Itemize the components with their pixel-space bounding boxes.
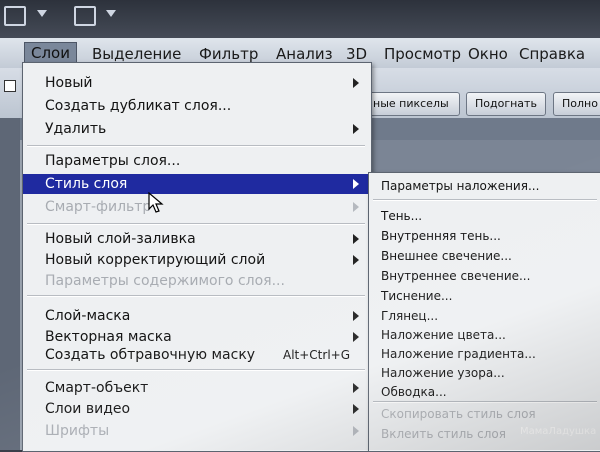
menu-item-label: Смарт-объект (45, 380, 149, 396)
submenu-item-color-overlay[interactable]: Наложение цвета... (369, 326, 599, 344)
menu-item-label: Шрифты (45, 423, 110, 439)
submenu-item-blending-options[interactable]: Параметры наложения... (369, 177, 599, 195)
submenu-item-label: Внутренняя тень... (381, 229, 501, 243)
menu-item-shortcut: Alt+Ctrl+G (283, 348, 351, 362)
watermark-text: МамаЛадушка (520, 426, 597, 437)
submenu-item-copy-layer-style[interactable]: Скопировать стиль слоя (369, 405, 599, 423)
submenu-arrow-icon (353, 404, 359, 414)
submenu-item-gradient-overlay[interactable]: Наложение градиента... (369, 345, 599, 363)
mouse-pointer-icon (148, 192, 164, 213)
submenu-arrow-icon (353, 234, 359, 244)
submenu-item-stroke[interactable]: Обводка... (369, 383, 599, 401)
submenu-item-label: Наложение узора... (381, 366, 505, 380)
menu-analysis[interactable]: Анализ (276, 45, 333, 63)
menu-view[interactable]: Просмотр (384, 45, 461, 63)
submenu-item-inner-glow[interactable]: Внутреннее свечение... (369, 267, 599, 285)
menu-item-video-layers[interactable]: Слои видео (23, 399, 369, 419)
submenu-arrow-icon (353, 311, 359, 321)
layer-style-submenu: Параметры наложения... Тень... Внутрення… (368, 172, 600, 452)
menu-help[interactable]: Справка (519, 45, 585, 63)
menu-item-smart-filter[interactable]: Смарт-фильтр (23, 197, 369, 217)
submenu-item-label: Глянец... (381, 309, 439, 323)
workspace-icon[interactable] (4, 6, 26, 26)
submenu-arrow-icon (353, 255, 359, 265)
submenu-item-pattern-overlay[interactable]: Наложение узора... (369, 364, 599, 382)
menu-layers[interactable]: Слои (24, 42, 77, 64)
menu-item-type[interactable]: Шрифты (23, 421, 369, 441)
menu-item-create-clipping-mask[interactable]: Создать обтравочную маску Alt+Ctrl+G (23, 345, 369, 365)
menu-select[interactable]: Выделение (92, 45, 181, 63)
submenu-arrow-icon (353, 179, 359, 189)
submenu-item-inner-shadow[interactable]: Внутренняя тень... (369, 227, 599, 245)
menu-item-duplicate-layer[interactable]: Создать дубликат слоя... (23, 96, 369, 116)
menu-separator (373, 401, 597, 403)
submenu-item-label: Тень... (381, 209, 423, 223)
menu-item-label: Слой-маска (45, 308, 131, 324)
menu-item-label: Смарт-фильтр (45, 199, 152, 215)
menu-window[interactable]: Окно (468, 45, 508, 63)
submenu-arrow-icon (353, 332, 359, 342)
fill-screen-button[interactable]: Полно (553, 92, 600, 116)
menu-item-smart-object[interactable]: Смарт-объект (23, 378, 369, 398)
menu-item-layer-style[interactable]: Стиль слоя (23, 174, 369, 194)
menu-item-label: Удалить (45, 121, 107, 137)
submenu-item-label: Тиснение... (381, 289, 453, 303)
menu-separator (27, 295, 365, 297)
menu-item-layer-mask[interactable]: Слой-маска (23, 306, 369, 326)
menu-item-vector-mask[interactable]: Векторная маска (23, 327, 369, 347)
submenu-item-label: Обводка... (381, 385, 447, 399)
menu-filter[interactable]: Фильтр (199, 45, 258, 63)
menu-item-new-fill-layer[interactable]: Новый слой-заливка (23, 229, 369, 249)
menu-separator (27, 145, 365, 147)
submenu-arrow-icon (353, 202, 359, 212)
menu-separator (27, 369, 365, 371)
menu-item-label: Векторная маска (45, 329, 172, 345)
menu-item-new-adjustment-layer[interactable]: Новый корректирующий слой (23, 250, 369, 270)
menu-item-label: Новый корректирующий слой (45, 252, 266, 268)
menu-item-delete[interactable]: Удалить (23, 119, 369, 139)
submenu-arrow-icon (353, 426, 359, 436)
option-checkbox[interactable] (4, 80, 16, 92)
menu-item-label: Параметры слоя... (45, 153, 181, 169)
top-toolbar (0, 0, 600, 40)
submenu-item-outer-glow[interactable]: Внешнее свечение... (369, 247, 599, 265)
fit-screen-button[interactable]: Подогнать (466, 92, 546, 116)
submenu-item-drop-shadow[interactable]: Тень... (369, 207, 599, 225)
menu-item-label: Новый слой-заливка (45, 231, 196, 247)
menu-item-label: Параметры содержимого слоя... (45, 273, 285, 289)
submenu-item-label: Внешнее свечение... (381, 249, 512, 263)
submenu-arrow-icon (353, 124, 359, 134)
menu-separator (27, 223, 365, 225)
menu-item-label: Стиль слоя (45, 176, 128, 192)
menu-item-label: Новый (45, 75, 93, 91)
menu-item-label: Слои видео (45, 401, 131, 417)
submenu-item-label: Скопировать стиль слоя (381, 407, 536, 421)
submenu-item-label: Наложение градиента... (381, 347, 536, 361)
submenu-arrow-icon (353, 78, 359, 88)
submenu-item-label: Вклеить стиль слоя (381, 427, 506, 441)
menu-3d[interactable]: 3D (346, 45, 367, 63)
chevron-down-icon[interactable] (37, 10, 47, 17)
submenu-item-label: Параметры наложения... (381, 179, 540, 193)
menu-item-label: Создать обтравочную маску (45, 347, 256, 363)
actual-pixels-button[interactable]: ные пикселы (364, 92, 460, 116)
menu-separator (373, 199, 597, 201)
screen-mode-icon[interactable] (74, 6, 96, 26)
submenu-arrow-icon (353, 383, 359, 393)
submenu-item-label: Внутреннее свечение... (381, 269, 531, 283)
layers-menu: Новый Создать дубликат слоя... Удалить П… (22, 62, 372, 452)
chevron-down-icon[interactable] (106, 10, 116, 17)
submenu-item-bevel-emboss[interactable]: Тиснение... (369, 287, 599, 305)
menu-item-new[interactable]: Новый (23, 73, 369, 93)
submenu-item-satin[interactable]: Глянец... (369, 307, 599, 325)
menu-item-layer-properties[interactable]: Параметры слоя... (23, 151, 369, 171)
menu-item-layer-content-options[interactable]: Параметры содержимого слоя... (23, 271, 369, 291)
menu-item-label: Создать дубликат слоя... (45, 98, 232, 114)
submenu-item-label: Наложение цвета... (381, 328, 506, 342)
tools-panel-edge (0, 118, 20, 450)
